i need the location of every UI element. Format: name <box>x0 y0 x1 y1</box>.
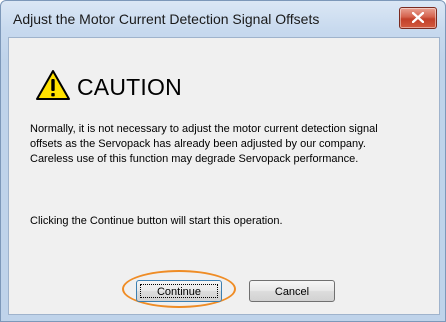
continue-button[interactable]: Continue <box>136 280 222 302</box>
caution-heading: CAUTION <box>77 74 182 100</box>
message-line: Normally, it is not necessary to adjust … <box>30 123 378 135</box>
dialog-body: CAUTION Normally, it is not necessary to… <box>8 37 440 315</box>
title-bar[interactable]: Adjust the Motor Current Detection Signa… <box>1 1 445 37</box>
message-line: Careless use of this function may degrad… <box>30 153 359 165</box>
continue-button-label: Continue <box>156 286 202 298</box>
cancel-button-label: Cancel <box>274 286 310 298</box>
dialog-window: Adjust the Motor Current Detection Signa… <box>0 0 446 322</box>
window-title: Adjust the Motor Current Detection Signa… <box>13 11 320 27</box>
close-icon <box>412 12 424 23</box>
instruction-text: Clicking the Continue button will start … <box>30 215 283 227</box>
cancel-button[interactable]: Cancel <box>249 280 335 302</box>
close-button[interactable] <box>399 7 437 29</box>
message-line: offsets as the Servopack has already bee… <box>30 138 366 150</box>
warning-triangle-icon <box>36 70 70 100</box>
